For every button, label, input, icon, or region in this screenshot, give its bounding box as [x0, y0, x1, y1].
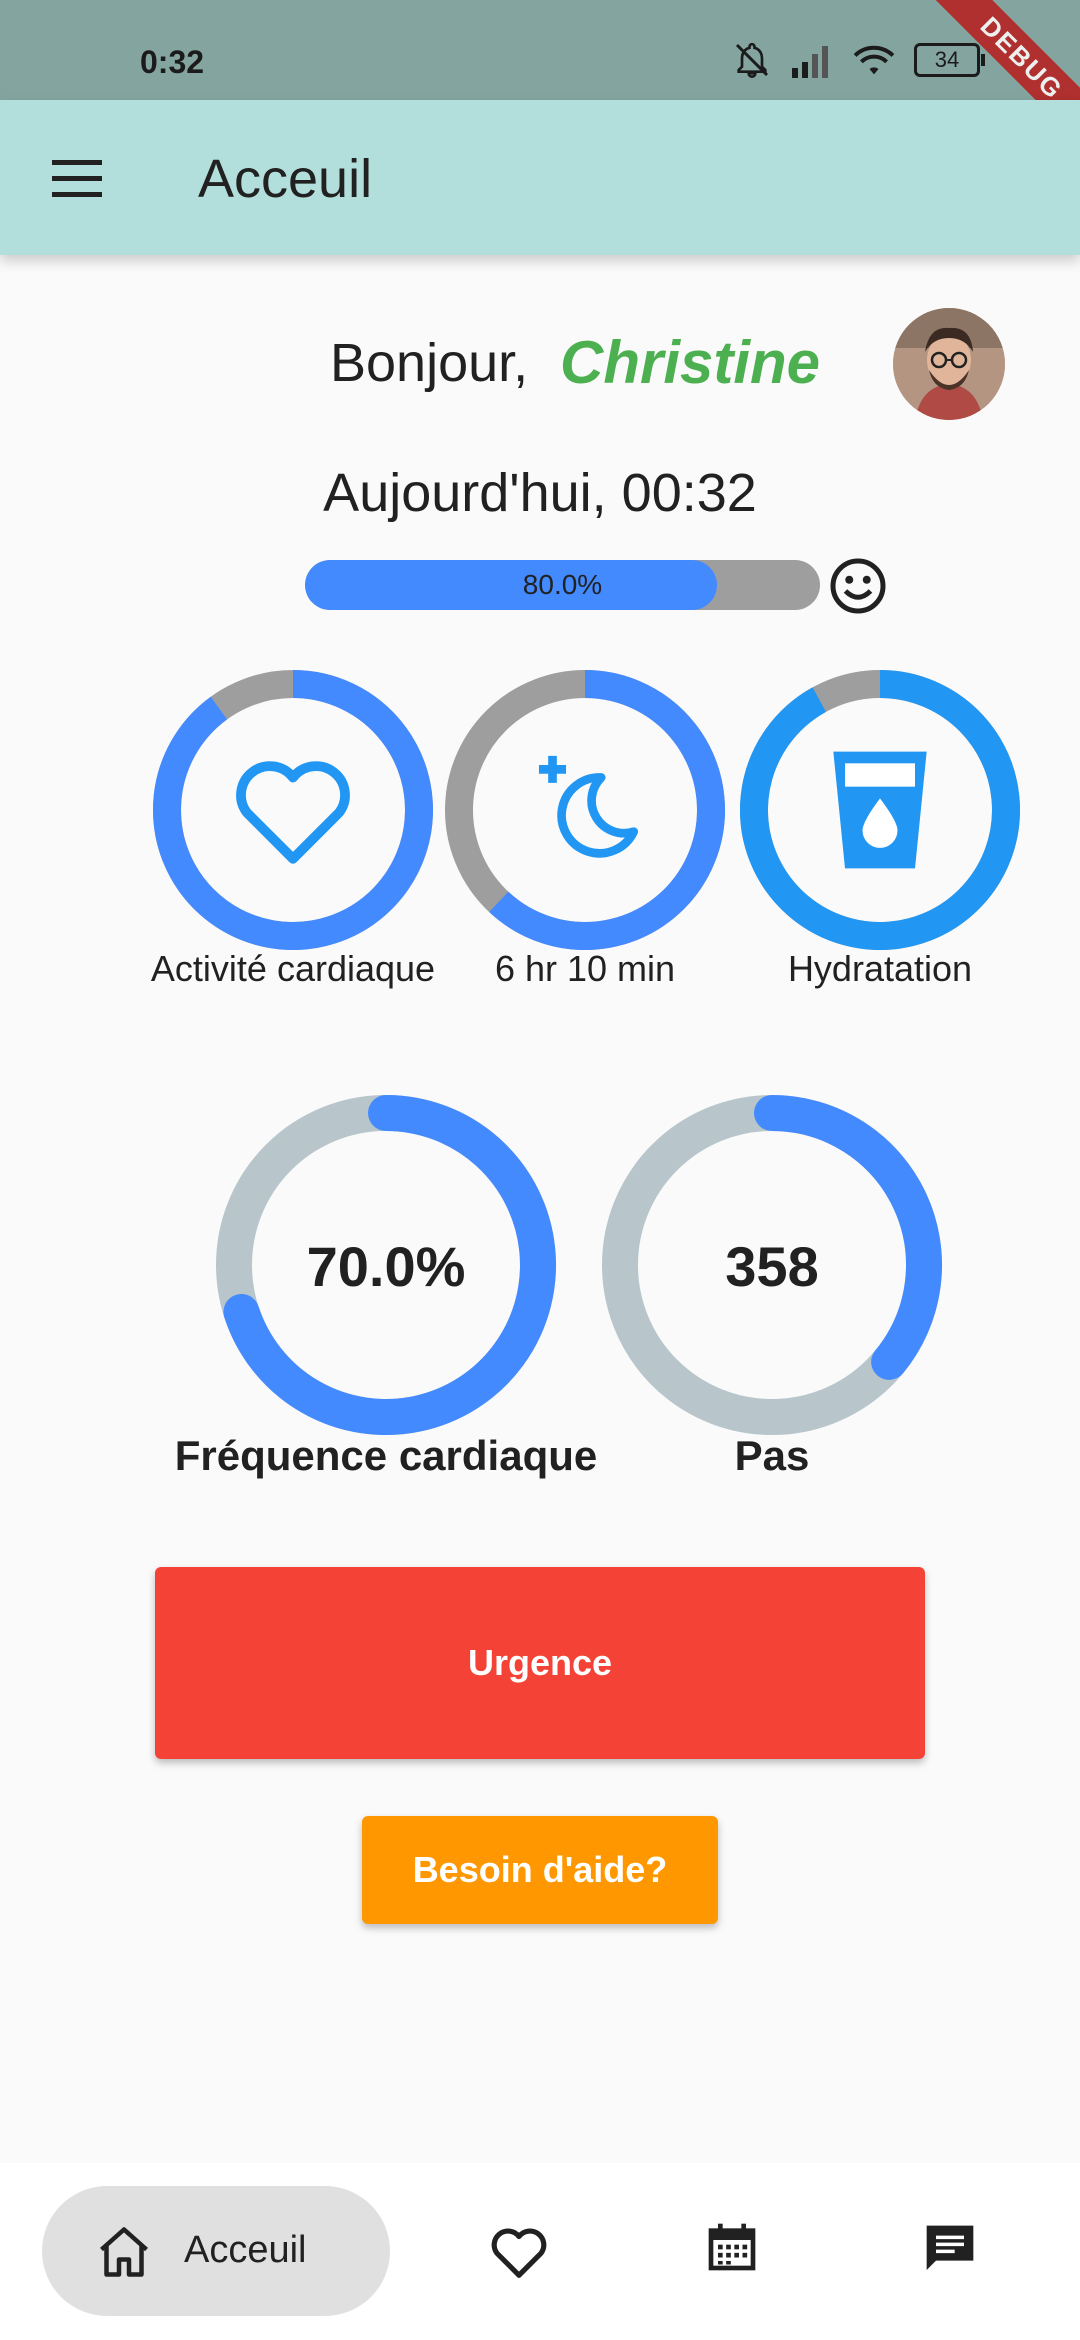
greeting-text: Bonjour,: [330, 333, 529, 393]
activity-ring[interactable]: [740, 670, 1020, 950]
menu-button[interactable]: [40, 142, 116, 214]
date-time: Aujourd'hui, 00:32: [323, 463, 757, 523]
activity-ring-label: 6 hr 10 min: [494, 948, 676, 989]
heart-outline-icon[interactable]: [488, 2223, 550, 2281]
activity-ring[interactable]: [445, 670, 725, 950]
menu-icon: [52, 160, 102, 165]
heart-icon: [153, 670, 433, 950]
calendar-icon[interactable]: [704, 2219, 760, 2275]
user-name: Christine: [560, 329, 821, 396]
nav-home[interactable]: Acceuil: [42, 2186, 390, 2316]
avatar-image: [893, 308, 1005, 420]
page-title: Acceuil: [198, 149, 373, 209]
daily-progress-label: 80.0%: [522, 569, 603, 600]
activity-ring-label: Activité cardiaque: [150, 948, 436, 989]
sleep-moon-icon: [445, 670, 725, 950]
status-time: 0:32: [140, 44, 205, 80]
app-bar: Acceuil: [0, 100, 1080, 255]
help-button[interactable]: Besoin d'aide?: [362, 1816, 718, 1924]
metric-label: Pas: [734, 1432, 810, 1479]
urgence-button[interactable]: Urgence: [155, 1567, 925, 1759]
home-icon: [100, 2227, 148, 2277]
metric-value: 358: [725, 1235, 819, 1298]
metric-value: 70.0%: [306, 1235, 466, 1298]
smiley-icon: [830, 558, 886, 614]
nav-home-label: Acceuil: [184, 2229, 307, 2271]
wifi-icon: [853, 45, 895, 75]
chat-icon[interactable]: [922, 2221, 978, 2277]
status-icons: 34: [732, 40, 985, 80]
activity-ring[interactable]: [153, 670, 433, 950]
signal-icon: [792, 46, 828, 78]
daily-progress-bar: 80.0%: [305, 560, 820, 610]
battery-indicator: 34: [914, 43, 985, 77]
bell-off-icon: [735, 42, 769, 79]
bottom-navigation: Acceuil: [0, 2163, 1080, 2340]
avatar[interactable]: [893, 308, 1005, 420]
activity-ring-label: Hydratation: [787, 948, 973, 989]
status-bar: 0:32 34 DEBUG: [0, 0, 1080, 100]
water-glass-icon: [740, 670, 1020, 950]
